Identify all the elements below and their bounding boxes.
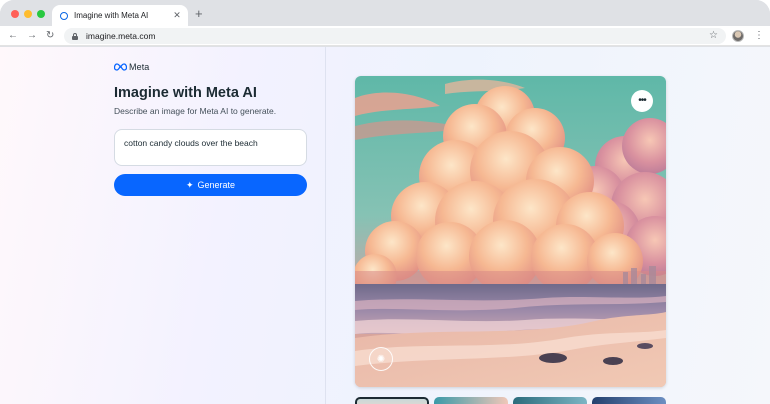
meta-infinity-icon (114, 63, 127, 71)
minimize-window-button[interactable] (24, 10, 32, 18)
thumbnail-2[interactable] (434, 397, 508, 404)
tab-close-icon[interactable]: ✕ (172, 10, 182, 21)
url-text[interactable]: imagine.meta.com (86, 31, 155, 41)
reload-icon[interactable]: ↻ (46, 29, 54, 43)
favicon-icon (60, 11, 68, 20)
generate-button[interactable]: ✦ Generate (114, 174, 307, 196)
forward-arrow-icon[interactable]: → (27, 29, 37, 43)
more-icon: ••• (638, 95, 646, 106)
beach-clouds-illustration (355, 76, 666, 387)
page-title: Imagine with Meta AI (114, 85, 257, 101)
imagine-badge-icon: ✺ (369, 347, 393, 371)
thumbnail-1[interactable] (355, 397, 429, 404)
maximize-window-button[interactable] (37, 10, 45, 18)
sparkle-icon: ✦ (185, 179, 194, 190)
prompt-input[interactable]: cotton candy clouds over the beach (114, 129, 307, 166)
tab-title: Imagine with Meta AI (74, 11, 149, 20)
browser-window: Imagine with Meta AI ✕ + ← → ↻ imagine.m… (0, 0, 770, 404)
tab-imagine[interactable]: Imagine with Meta AI ✕ (52, 5, 188, 26)
new-tab-button[interactable]: + (195, 6, 203, 22)
bookmark-star-icon[interactable]: ☆ (709, 28, 718, 44)
more-options-button[interactable]: ••• (631, 90, 653, 112)
browser-toolbar: ← → ↻ imagine.meta.com ☆ ⋮ (0, 26, 770, 46)
generate-label: Generate (197, 180, 236, 190)
prompt-panel: Meta Imagine with Meta AI Describe an im… (114, 60, 314, 196)
thumbnail-3[interactable] (513, 397, 587, 404)
thumbnail-4[interactable] (592, 397, 666, 404)
close-window-button[interactable] (11, 10, 19, 18)
lock-icon[interactable] (72, 32, 78, 40)
tab-strip: Imagine with Meta AI ✕ + (0, 0, 770, 26)
page-subtitle: Describe an image for Meta AI to generat… (114, 106, 277, 116)
address-bar[interactable]: imagine.meta.com ☆ (64, 28, 726, 44)
brand-name: Meta (129, 62, 150, 72)
generated-image[interactable] (355, 76, 666, 387)
back-arrow-icon[interactable]: ← (8, 29, 18, 43)
profile-avatar[interactable] (732, 30, 744, 42)
browser-menu-icon[interactable]: ⋮ (754, 29, 764, 43)
panel-divider (325, 47, 326, 404)
meta-logo[interactable]: Meta (114, 60, 314, 74)
